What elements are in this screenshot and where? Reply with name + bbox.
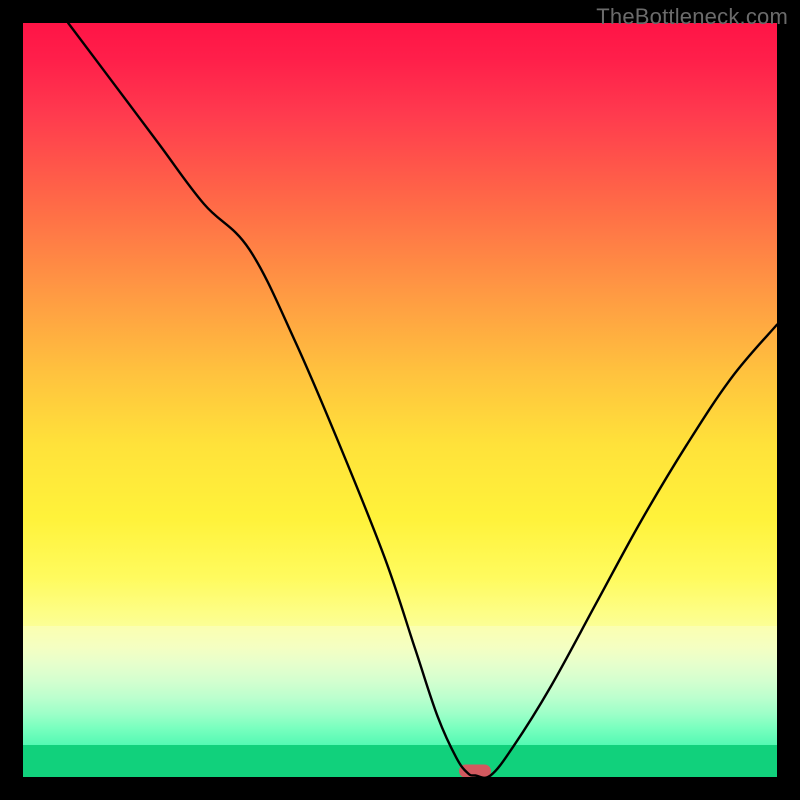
curve-line [68,23,777,777]
plot-area [23,23,777,777]
watermark-text: TheBottleneck.com [596,4,788,30]
curve-svg [23,23,777,777]
chart-frame: TheBottleneck.com [0,0,800,800]
